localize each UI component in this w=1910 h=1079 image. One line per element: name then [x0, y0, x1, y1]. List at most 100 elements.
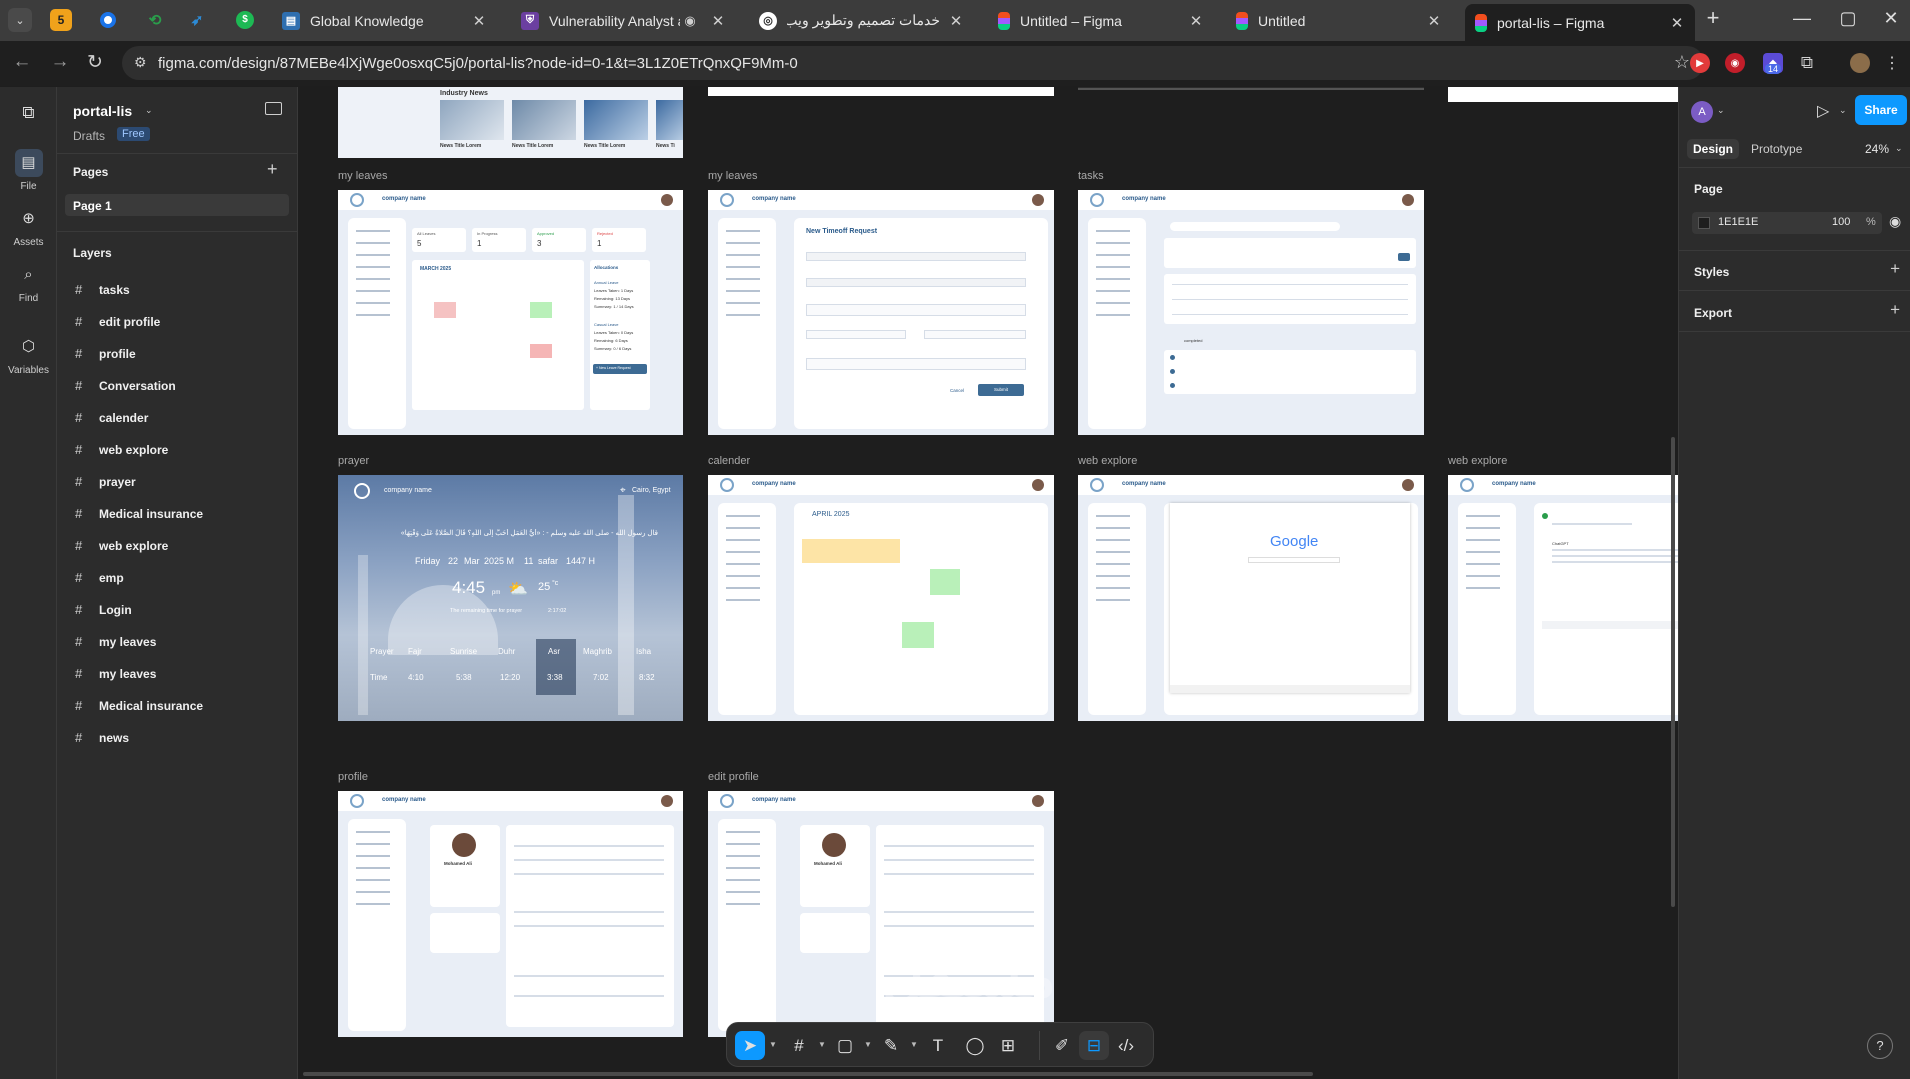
chevron-down-icon[interactable]: ▼	[818, 1040, 826, 1049]
color-swatch[interactable]	[1698, 217, 1710, 229]
tab-web-design-services[interactable]: ◎ خدمات تصميم وتطوير ويب ✕	[749, 4, 974, 37]
actions-tool[interactable]: ⊞	[993, 1031, 1023, 1060]
reload-icon[interactable]: ↻	[81, 51, 109, 74]
add-style-icon[interactable]: +	[1890, 259, 1900, 279]
comment-tool[interactable]: ◯	[960, 1031, 990, 1060]
tab-design[interactable]: Design	[1687, 139, 1740, 159]
frame-calender[interactable]: company name APRIL 2025	[708, 475, 1054, 721]
pinned-tab-5[interactable]: $	[234, 9, 256, 31]
layer-medical-insurance[interactable]: # Medical insurance	[75, 698, 203, 713]
add-export-icon[interactable]: +	[1890, 300, 1900, 320]
tab-prototype[interactable]: Prototype	[1751, 142, 1802, 156]
page-opacity[interactable]: 100	[1832, 216, 1850, 228]
layer-medical-insurance[interactable]: # Medical insurance	[75, 506, 203, 521]
tab-search-button[interactable]: ⌄	[8, 8, 32, 32]
file-name[interactable]: portal-lis	[73, 103, 132, 119]
chevron-down-icon[interactable]: ⌄	[1717, 105, 1725, 116]
layer-news[interactable]: # news	[75, 730, 129, 745]
layer-conversation[interactable]: # Conversation	[75, 378, 176, 393]
extension-eye-icon[interactable]: ◉	[1725, 53, 1745, 73]
close-icon[interactable]: ✕	[1424, 12, 1444, 30]
frame-profile[interactable]: company name Mohamed Ali	[338, 791, 683, 1037]
user-avatar[interactable]: A	[1691, 101, 1713, 123]
frame-tool[interactable]: #	[784, 1031, 814, 1060]
pinned-tab-4[interactable]: ➶	[186, 9, 208, 31]
layer-my-leaves[interactable]: # my leaves	[75, 634, 156, 649]
close-icon[interactable]: ✕	[708, 12, 728, 30]
help-button[interactable]: ?	[1867, 1033, 1893, 1059]
page-color-field[interactable]: 1E1E1E 100 %	[1692, 212, 1882, 234]
zoom-level[interactable]: 24%	[1865, 142, 1889, 156]
share-button[interactable]: Share	[1855, 95, 1907, 125]
layer-calender[interactable]: # calender	[75, 410, 148, 425]
pinned-tab-3[interactable]: ⟲	[144, 9, 166, 31]
layer-emp[interactable]: # emp	[75, 570, 124, 585]
site-settings-icon[interactable]: ⚙	[134, 54, 147, 71]
close-icon[interactable]: ✕	[946, 12, 966, 30]
frame-news-partial[interactable]: Industry News News Title Lorem News Titl…	[338, 87, 683, 158]
figma-canvas[interactable]: Industry News News Title Lorem News Titl…	[299, 87, 1678, 1079]
frame-web-explore-chat[interactable]: company name ChatGPT	[1448, 475, 1678, 721]
new-tab-button[interactable]: +	[1693, 5, 1733, 31]
browser-menu-icon[interactable]: ⋮	[1882, 53, 1902, 73]
close-icon[interactable]: ✕	[1186, 12, 1206, 30]
dev-mode-tool[interactable]: ‹/›	[1111, 1031, 1141, 1060]
frame-label[interactable]: web explore	[1078, 455, 1137, 467]
rail-assets[interactable]: ⊕ Assets	[0, 205, 57, 248]
tab-untitled[interactable]: Untitled ✕	[1226, 4, 1452, 37]
layer-web-explore[interactable]: # web explore	[75, 538, 168, 553]
page-item-page-1[interactable]: Page 1	[65, 194, 289, 216]
vertical-scrollbar[interactable]	[1671, 437, 1675, 907]
add-page-icon[interactable]: +	[267, 159, 278, 180]
chevron-down-icon[interactable]: ▼	[910, 1040, 918, 1049]
frame-tasks[interactable]: company name completed	[1078, 190, 1424, 435]
frame-label[interactable]: edit profile	[708, 771, 759, 783]
pinned-tab-2[interactable]	[97, 9, 119, 31]
frame-partial[interactable]	[1448, 87, 1678, 102]
present-play-icon[interactable]: ▷	[1817, 101, 1829, 121]
move-tool[interactable]: ➤	[735, 1031, 765, 1060]
chevron-down-icon[interactable]: ⌄	[1895, 143, 1903, 154]
figma-menu-icon[interactable]: ⧉	[0, 99, 57, 131]
file-location[interactable]: Drafts	[73, 129, 105, 143]
bookmark-star-icon[interactable]: ☆	[1674, 52, 1690, 73]
pinned-tab-1[interactable]: 5	[50, 9, 72, 31]
horizontal-scrollbar[interactable]	[303, 1072, 1313, 1076]
close-window-icon[interactable]: ✕	[1871, 8, 1910, 29]
frame-label[interactable]: my leaves	[708, 170, 758, 182]
chevron-down-icon[interactable]: ⌄	[1839, 105, 1847, 116]
design-mode-tool[interactable]: ⊟	[1079, 1031, 1109, 1060]
frame-label[interactable]: calender	[708, 455, 750, 467]
close-icon[interactable]: ✕	[1667, 14, 1687, 32]
pen-tool[interactable]: ✎	[876, 1031, 906, 1060]
visibility-eye-icon[interactable]: ◉	[1889, 213, 1901, 230]
draw-mode-tool[interactable]: ✐	[1047, 1031, 1077, 1060]
layer-web-explore[interactable]: # web explore	[75, 442, 168, 457]
layer-edit-profile[interactable]: # edit profile	[75, 314, 160, 329]
layer-my-leaves[interactable]: # my leaves	[75, 666, 156, 681]
forward-icon[interactable]: →	[46, 51, 74, 73]
frame-web-explore-google[interactable]: company name Google	[1078, 475, 1424, 721]
layer-login[interactable]: # Login	[75, 602, 132, 617]
extension-red-icon[interactable]: ▶	[1690, 53, 1710, 73]
layer-tasks[interactable]: # tasks	[75, 282, 130, 297]
maximize-icon[interactable]: ▢	[1828, 8, 1868, 29]
chevron-down-icon[interactable]: ⌄	[145, 105, 153, 116]
back-icon[interactable]: ←	[8, 51, 36, 73]
frame-my-leaves[interactable]: company name All Leaves 5 In Progress 1 Ap…	[338, 190, 683, 435]
frame-label[interactable]: tasks	[1078, 170, 1104, 182]
chevron-down-icon[interactable]: ▼	[769, 1040, 777, 1049]
page-color-hex[interactable]: 1E1E1E	[1718, 216, 1758, 228]
frame-my-leaves-request[interactable]: company name New Timeoff Request Cancel …	[708, 190, 1054, 435]
text-tool[interactable]: T	[923, 1031, 953, 1060]
frame-label[interactable]: prayer	[338, 455, 369, 467]
url-field[interactable]: ⚙ figma.com/design/87MEBe4lXjWge0osxqC5j…	[122, 46, 1704, 80]
frame-label[interactable]: my leaves	[338, 170, 388, 182]
tab-untitled-figma[interactable]: Untitled – Figma ✕	[988, 4, 1214, 37]
frame-partial[interactable]	[1078, 87, 1424, 90]
tab-vulnerability-analyst[interactable]: ⛨ Vulnerability Analyst and Pe ◉ ✕	[511, 4, 736, 37]
chevron-down-icon[interactable]: ▼	[864, 1040, 872, 1049]
extensions-puzzle-icon[interactable]: ⧉	[1797, 53, 1817, 73]
tab-global-knowledge[interactable]: ▤ Global Knowledge ✕	[272, 4, 497, 37]
layer-prayer[interactable]: # prayer	[75, 474, 136, 489]
